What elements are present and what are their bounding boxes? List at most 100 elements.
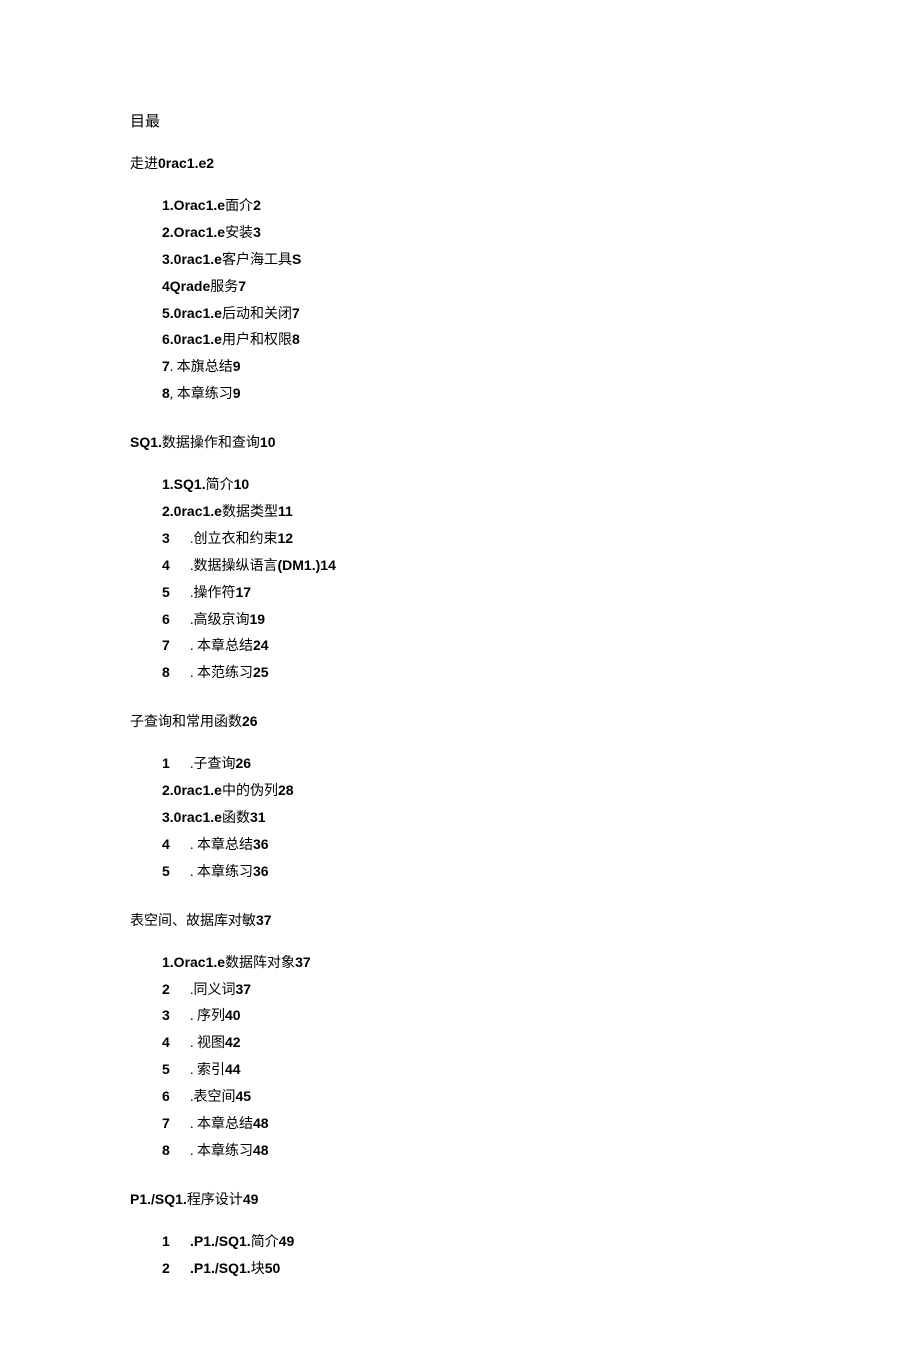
item-text: . 本范练习 <box>190 666 253 681</box>
item-text: .子查询 <box>190 757 236 772</box>
item-page: S <box>292 251 301 267</box>
item-page: 37 <box>295 954 311 970</box>
toc-item: 5. 本章练习36 <box>162 859 920 886</box>
item-text: . 索引 <box>190 1063 225 1078</box>
item-page: 28 <box>278 782 294 798</box>
item-number: 1 <box>162 1229 178 1255</box>
item-number: 3.0rac1.e <box>162 809 222 825</box>
item-text: 中的伪列 <box>222 784 278 799</box>
item-page: 11 <box>278 503 293 519</box>
toc-item: 2.0rac1.e数据类型11 <box>162 499 920 526</box>
heading-bold: 37 <box>256 912 272 928</box>
item-text: .表空间 <box>190 1090 236 1105</box>
item-number: 1.Orac1.e <box>162 197 225 213</box>
toc-item: 2.同义词37 <box>162 977 920 1004</box>
toc-item: 1.子查询26 <box>162 751 920 778</box>
item-text: . 本章练习 <box>190 1144 253 1159</box>
item-number: 8 <box>162 660 178 686</box>
item-mid-bold: .P1./SQ1. <box>190 1260 251 1276</box>
item-text: 客户海工具 <box>222 253 292 268</box>
item-text: 函数 <box>222 811 250 826</box>
item-number: 2.Orac1.e <box>162 224 225 240</box>
item-number: 4 <box>162 553 178 579</box>
item-number: 3 <box>162 1003 178 1029</box>
item-text: 数据阵对象 <box>225 956 295 971</box>
toc-item: 3.创立衣和约束12 <box>162 526 920 553</box>
toc-item: 7 . 本章总结24 <box>162 633 920 660</box>
item-text: .创立衣和约束 <box>190 532 278 547</box>
item-page: 17 <box>236 584 252 600</box>
item-text: .操作符 <box>190 586 236 601</box>
item-page: 25 <box>253 664 269 680</box>
toc-item: 7. 本章总结48 <box>162 1111 920 1138</box>
section-items: 1.Orac1.e面介22.Orac1.e安装33.0rac1.e客户海工具S4… <box>162 193 920 408</box>
item-text: 后动和关闭 <box>222 307 292 322</box>
item-page: 45 <box>236 1088 252 1104</box>
item-number: 7 <box>162 1111 178 1137</box>
toc-item: 1.Orac1.e面介2 <box>162 193 920 220</box>
item-number: 7 <box>162 633 178 659</box>
heading-bold: 0rac1.e2 <box>158 155 214 171</box>
toc-item: 2.Orac1.e安装3 <box>162 220 920 247</box>
item-page: 31 <box>250 809 266 825</box>
item-page: 9 <box>233 358 241 374</box>
toc-item: 5. 索引44 <box>162 1057 920 1084</box>
item-number: 5 <box>162 580 178 606</box>
heading-prefix: 子查询和常用函数 <box>130 715 242 730</box>
toc-item: 4Qrade服务7 <box>162 274 920 301</box>
item-number: 2.0rac1.e <box>162 503 222 519</box>
item-page: 8 <box>292 331 300 347</box>
toc-content: 走进0rac1.e21.Orac1.e面介22.Orac1.e安装33.0rac… <box>130 153 920 1283</box>
heading-page: 10 <box>260 434 276 450</box>
toc-item: 2.0rac1.e中的伪列28 <box>162 778 920 805</box>
heading-suffix: 数据操作和查询 <box>162 436 260 451</box>
item-number: 6.0rac1.e <box>162 331 222 347</box>
toc-item: 4. 视图42 <box>162 1030 920 1057</box>
item-text: 用户和权限 <box>222 333 292 348</box>
heading-prefix: 走进 <box>130 157 158 172</box>
item-text2: 简介 <box>251 1235 279 1250</box>
item-text: .数据操纵语言 <box>190 559 278 574</box>
item-text: . 本旗总结 <box>170 360 233 375</box>
item-number: 5 <box>162 859 178 885</box>
item-number: 1.SQ1. <box>162 476 206 492</box>
toc-item: 7. 本旗总结9 <box>162 354 920 381</box>
item-page: 3 <box>253 224 261 240</box>
toc-item: 3. 序列40 <box>162 1003 920 1030</box>
item-number: 6 <box>162 607 178 633</box>
item-number: 1 <box>162 751 178 777</box>
toc-item: 4 .数据操纵语言(DM1.)14 <box>162 553 920 580</box>
item-number: 4 <box>162 1030 178 1056</box>
toc-item: 8 . 本范练习25 <box>162 660 920 687</box>
section-heading: SQ1.数据操作和查询10 <box>130 432 920 452</box>
item-number: 5.0rac1.e <box>162 305 222 321</box>
item-text: , 本章练习 <box>170 387 233 402</box>
item-text: .同义词 <box>190 983 236 998</box>
item-text: . 视图 <box>190 1036 225 1051</box>
item-page: 2 <box>253 197 261 213</box>
item-text: . 本章总结 <box>190 639 253 654</box>
toc-item: 1.Orac1.e数据阵对象37 <box>162 950 920 977</box>
item-number: 6 <box>162 1084 178 1110</box>
item-number: 2 <box>162 977 178 1003</box>
heading-bold: P1./SQ1. <box>130 1191 187 1207</box>
item-number: 2.0rac1.e <box>162 782 222 798</box>
item-text: 数据类型 <box>222 505 278 520</box>
toc-item: 6.高级京询19 <box>162 607 920 634</box>
item-number: 4Qrade <box>162 278 210 294</box>
item-mid-bold: (DM1.) <box>278 557 321 573</box>
section-items: 1.SQ1.简介102.0rac1.e数据类型113.创立衣和约束124.数据操… <box>162 472 920 687</box>
item-text: 面介 <box>225 199 253 214</box>
toc-item: 4. 本章总结36 <box>162 832 920 859</box>
item-page: 50 <box>265 1260 281 1276</box>
item-text: 简介 <box>206 478 234 493</box>
item-number: 8 <box>162 1138 178 1164</box>
item-page: 10 <box>234 476 250 492</box>
toc-item: 6 .表空间45 <box>162 1084 920 1111</box>
heading-bold: SQ1. <box>130 434 162 450</box>
item-page: 14 <box>320 557 336 573</box>
item-text: .高级京询 <box>190 613 250 628</box>
item-page: 48 <box>253 1142 269 1158</box>
item-mid-bold: .P1./SQ1. <box>190 1233 251 1249</box>
item-page: 24 <box>253 637 269 653</box>
